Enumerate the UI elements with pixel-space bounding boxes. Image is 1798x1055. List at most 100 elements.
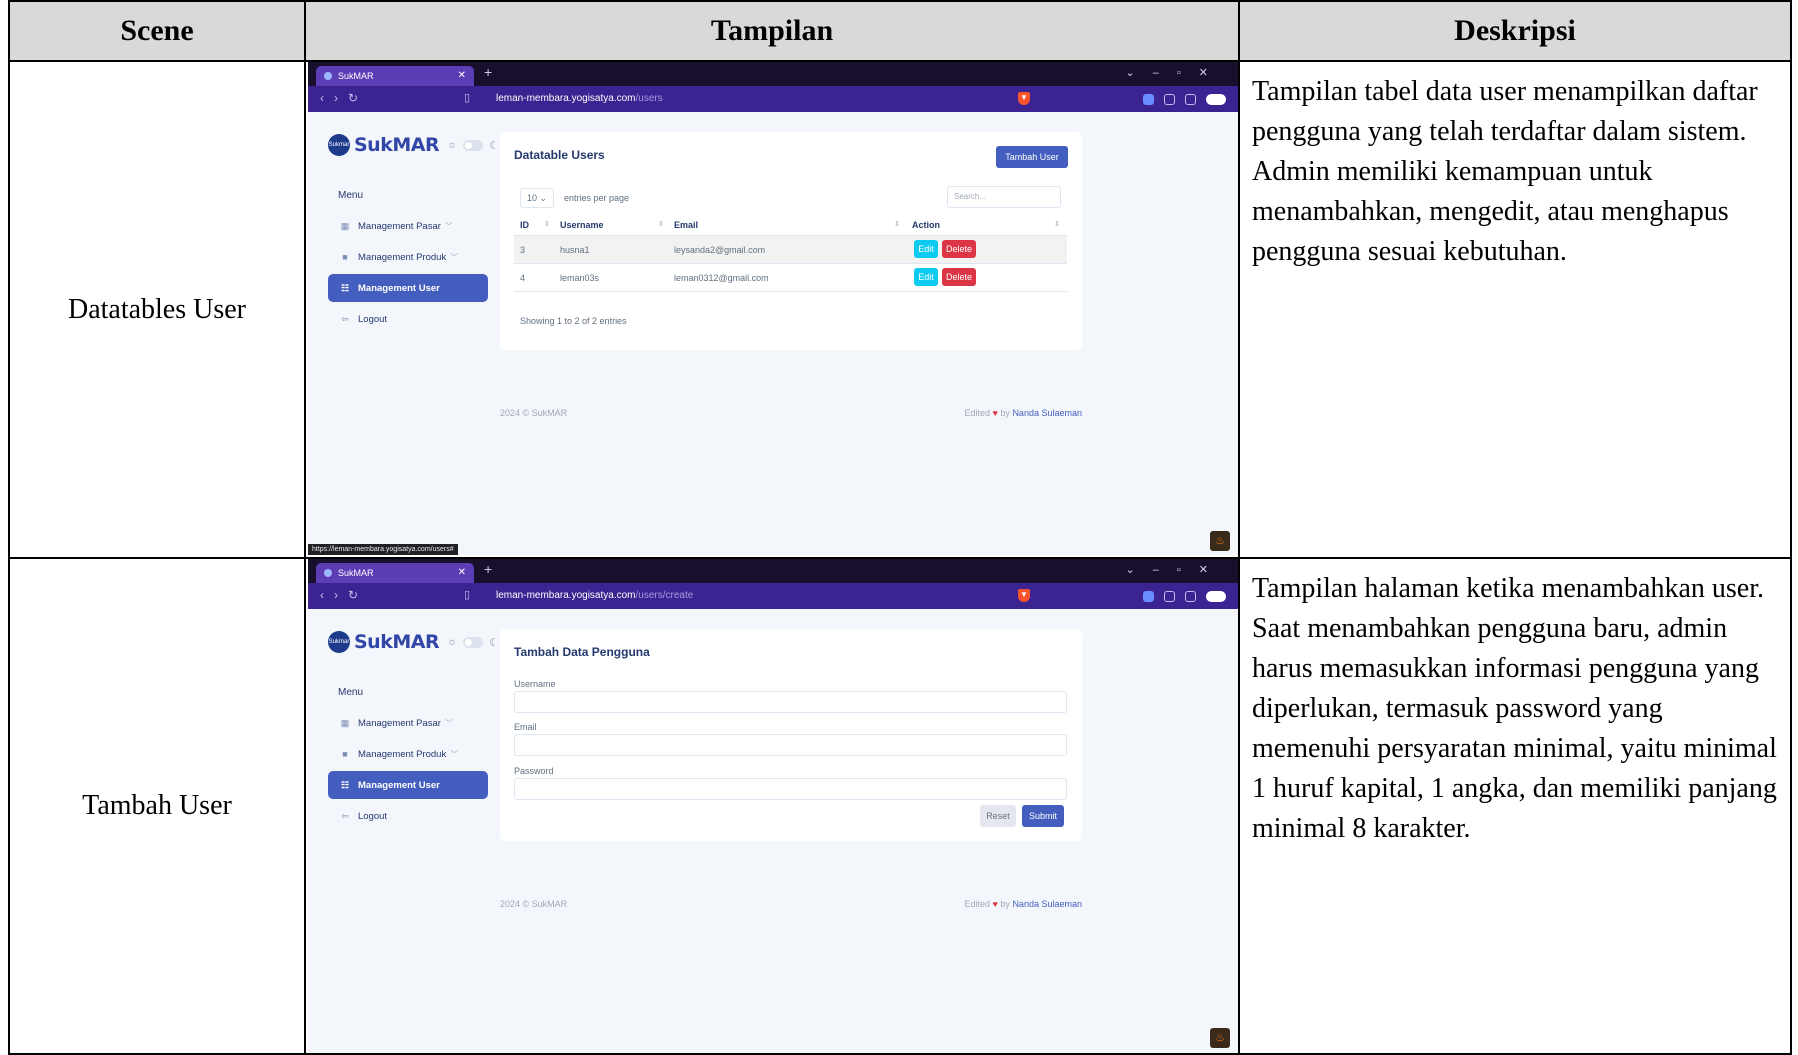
sidebar-item-management-produk[interactable]: ■ Management Produk ﹀	[328, 243, 488, 271]
cell-email: leman0312@gmail.com	[674, 273, 769, 283]
bag-icon: ■	[342, 252, 348, 262]
cell-username: leman03s	[560, 273, 600, 283]
browser-tab[interactable]: SukMAR ✕	[316, 66, 474, 86]
sort-icon[interactable]: ⇕	[658, 220, 664, 228]
browser-tab[interactable]: SukMAR ✕	[316, 563, 474, 583]
datatable-card: Datatable Users Tambah User 10 ⌄ entries…	[500, 132, 1082, 350]
column-header-email[interactable]: Email	[674, 220, 698, 230]
extension-icon[interactable]	[1143, 590, 1154, 602]
extension-icon[interactable]	[1143, 93, 1154, 105]
sidebar-item-label: Management User	[358, 779, 440, 791]
footer-by: by	[1000, 899, 1010, 909]
extension-icons	[1143, 589, 1226, 603]
brand-logo: Sukmar	[328, 631, 350, 653]
header-scene: Scene	[8, 0, 306, 62]
author-link[interactable]: Nanda Sulaeman	[1012, 899, 1082, 909]
forward-icon[interactable]: ›	[334, 588, 348, 602]
flame-icon[interactable]: ♨	[1210, 531, 1230, 551]
reload-icon[interactable]: ↻	[348, 91, 368, 105]
password-field[interactable]	[514, 778, 1067, 800]
extension-icon[interactable]	[1185, 93, 1196, 105]
author-link[interactable]: Nanda Sulaeman	[1012, 408, 1082, 418]
url-path: /users/create	[635, 590, 694, 601]
entries-value: 10	[527, 193, 538, 203]
moon-icon: ☾	[489, 139, 500, 152]
cell-id: 4	[520, 273, 526, 283]
sidebar-item-management-produk[interactable]: ■ Management Produk ﹀	[328, 740, 488, 768]
entries-select[interactable]: 10 ⌄	[520, 188, 554, 208]
email-field[interactable]	[514, 734, 1067, 756]
add-user-button[interactable]: Tambah User	[996, 146, 1068, 168]
footer-copyright: 2024 © SukMAR	[500, 408, 568, 418]
plus-icon[interactable]: +	[484, 64, 492, 80]
extension-icon[interactable]	[1164, 93, 1175, 105]
extension-icon[interactable]	[1206, 590, 1226, 602]
window-controls[interactable]: ⌄–▫✕	[1126, 66, 1226, 79]
nav-buttons[interactable]: ‹›↻	[320, 91, 368, 105]
url-bar[interactable]: leman-membara.yogisatya.com/users/create	[488, 587, 978, 605]
sidebar-item-management-user[interactable]: ☷ Management User	[328, 274, 488, 302]
forward-icon[interactable]: ›	[334, 91, 348, 105]
sort-icon[interactable]: ⇕	[544, 220, 550, 228]
cell-id: 3	[520, 245, 526, 255]
url-bar[interactable]: leman-membara.yogisatya.com/users	[488, 90, 978, 108]
brand[interactable]: Sukmar SukMAR ☼ ☾	[328, 132, 499, 158]
edit-button[interactable]: Edit	[914, 268, 938, 286]
reload-icon[interactable]: ↻	[348, 588, 368, 602]
cell-username: husna1	[560, 245, 590, 255]
tab-title: SukMAR	[338, 71, 374, 81]
submit-button[interactable]: Submit	[1022, 805, 1064, 827]
heart-icon: ♥	[992, 408, 998, 418]
theme-toggle[interactable]: ☼ ☾	[447, 139, 499, 152]
toggle-switch[interactable]	[463, 636, 484, 648]
search-input[interactable]: Search...	[947, 186, 1061, 208]
extension-icon[interactable]	[1164, 590, 1175, 602]
footer-by: by	[1000, 408, 1010, 418]
back-icon[interactable]: ‹	[320, 588, 334, 602]
column-header-id[interactable]: ID	[520, 220, 529, 230]
menu-heading: Menu	[338, 687, 364, 698]
sidebar-item-management-pasar[interactable]: ▦ Management Pasar ﹀	[328, 709, 488, 737]
username-label: Username	[514, 679, 556, 689]
add-user-form-card: Tambah Data Pengguna Username Email Pass…	[500, 629, 1082, 841]
theme-toggle[interactable]: ☼ ☾	[447, 636, 499, 649]
table-row: Datatables User SukMAR ✕ + ⌄–▫✕ ‹›↻ ▯ le…	[8, 60, 1792, 559]
sidebar-item-management-pasar[interactable]: ▦ Management Pasar ﹀	[328, 212, 488, 240]
extension-icon[interactable]	[1185, 590, 1196, 602]
sort-icon[interactable]: ⇕	[894, 220, 900, 228]
column-header-username[interactable]: Username	[560, 220, 604, 230]
delete-button[interactable]: Delete	[942, 240, 976, 258]
brave-shield-icon[interactable]: ▼	[1018, 589, 1030, 602]
chevron-down-icon: ⌄	[539, 193, 548, 203]
reset-button[interactable]: Reset	[980, 805, 1016, 827]
flame-icon[interactable]: ♨	[1210, 1028, 1230, 1048]
brave-shield-icon[interactable]: ▼	[1018, 92, 1030, 105]
back-icon[interactable]: ‹	[320, 91, 334, 105]
status-bar-url: https://leman-membara.yogisatya.com/user…	[308, 544, 458, 555]
edit-button[interactable]: Edit	[914, 240, 938, 258]
toggle-switch[interactable]	[463, 139, 484, 151]
tab-favicon-icon	[324, 72, 332, 80]
brand[interactable]: Sukmar SukMAR ☼ ☾	[328, 629, 499, 655]
extension-icon[interactable]	[1206, 93, 1226, 105]
column-header-action[interactable]: Action	[912, 220, 940, 230]
delete-button[interactable]: Delete	[942, 268, 976, 286]
footer-edited: Edited	[964, 899, 991, 909]
nav-buttons[interactable]: ‹›↻	[320, 588, 368, 602]
bookmark-icon[interactable]: ▯	[464, 588, 470, 601]
sidebar-item-logout[interactable]: ⇦ Logout	[328, 305, 488, 333]
username-field[interactable]	[514, 691, 1067, 713]
plus-icon[interactable]: +	[484, 561, 492, 577]
sidebar-item-management-user[interactable]: ☷ Management User	[328, 771, 488, 799]
card-title: Tambah Data Pengguna	[514, 645, 650, 659]
table-row: 3 husna1 leysanda2@gmail.com Edit Delete	[514, 236, 1067, 264]
sort-icon[interactable]: ⇕	[1054, 220, 1060, 228]
tab-favicon-icon	[324, 569, 332, 577]
close-icon[interactable]: ✕	[458, 66, 466, 86]
close-icon[interactable]: ✕	[458, 563, 466, 583]
screenshot-datatables-user: SukMAR ✕ + ⌄–▫✕ ‹›↻ ▯ leman-membara.yogi…	[308, 62, 1238, 555]
bookmark-icon[interactable]: ▯	[464, 91, 470, 104]
menu-heading: Menu	[338, 190, 364, 201]
sidebar-item-logout[interactable]: ⇦ Logout	[328, 802, 488, 830]
window-controls[interactable]: ⌄–▫✕	[1126, 563, 1226, 576]
